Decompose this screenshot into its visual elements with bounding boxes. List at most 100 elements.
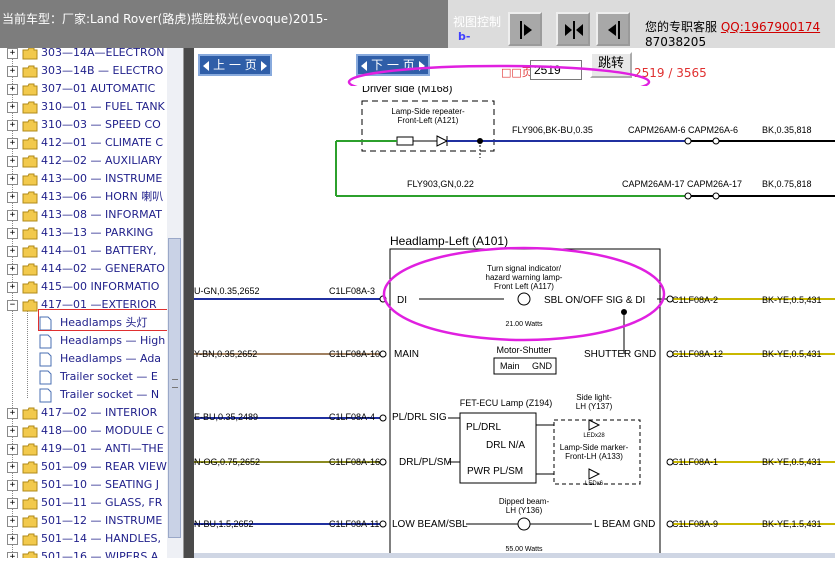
tree-item-label: 303—14A—ELECTRON	[41, 48, 165, 59]
collapse-icon[interactable]: −	[7, 300, 18, 311]
document-icon	[39, 388, 52, 403]
row2-left-wire: Y-BN,0.35,2652	[194, 349, 257, 359]
document-icon	[39, 334, 52, 349]
tree-leaf-item[interactable]: Headlamps — Ada	[0, 350, 175, 368]
connector-pin	[379, 458, 387, 466]
tree-folder-item[interactable]: +501—10 — SEATING J	[0, 476, 175, 494]
expand-icon[interactable]: +	[7, 408, 18, 419]
junction-dot	[621, 309, 627, 315]
row4-rwire: BK-YE,0.5,431	[762, 457, 822, 467]
tree-folder-item[interactable]: +501—11 — GLASS, FR	[0, 494, 175, 512]
expand-icon[interactable]: +	[7, 516, 18, 527]
split-arrows-icon	[565, 21, 583, 39]
expand-icon[interactable]: +	[7, 534, 18, 545]
tree-item-label: 501—14 — HANDLES,	[41, 532, 162, 545]
expand-icon[interactable]: +	[7, 426, 18, 437]
tree-leaf-item[interactable]: Headlamps — High	[0, 332, 175, 350]
tree-item-label: Headlamps — Ada	[60, 352, 162, 365]
driver-side-label: Driver side (M168)	[362, 86, 452, 95]
tree-item-label: 413—06 — HORN 喇叭	[41, 190, 164, 203]
page-nav-bar: 上 一 页 下 一 页 □□页 跳转 2519 / 3565	[194, 48, 835, 100]
expand-icon[interactable]: +	[7, 156, 18, 167]
expand-icon[interactable]: +	[7, 480, 18, 491]
tree-leaf-item[interactable]: Trailer socket — E	[0, 368, 175, 386]
tree-folder-item[interactable]: +501—14 — HANDLES,	[0, 530, 175, 548]
tree-folder-item[interactable]: +417—02 — INTERIOR	[0, 404, 175, 422]
led-x6: LEDx6	[585, 481, 604, 487]
row1-rwire: BK-YE,0.5,431	[762, 295, 822, 305]
expand-icon[interactable]: +	[7, 444, 18, 455]
view-expand-right-button[interactable]	[508, 12, 542, 46]
tree-folder-item[interactable]: +413—06 — HORN 喇叭	[0, 188, 175, 206]
service-contact: 您的专职客服 QQ:1967900174	[645, 18, 820, 35]
marker-label-2: Front-LH (A133)	[565, 452, 623, 461]
expand-icon[interactable]: +	[7, 102, 18, 113]
row5-rpin: C1LF08A-9	[672, 519, 718, 529]
tree-folder-item[interactable]: +501—16 — WIPERS A	[0, 548, 175, 558]
expand-icon[interactable]: +	[7, 498, 18, 509]
row3-pin: C1LF08A-4	[329, 412, 375, 422]
row5-rwire: BK-YE,1.5,431	[762, 519, 822, 529]
tree-folder-item[interactable]: +415—00 INFORMATIO	[0, 278, 175, 296]
tree-folder-item[interactable]: +303—14A—ELECTRON	[0, 48, 175, 62]
tree-folder-item[interactable]: +414—01 — BATTERY,	[0, 242, 175, 260]
pane-splitter[interactable]	[184, 48, 194, 558]
view-split-button[interactable]	[556, 12, 590, 46]
wire-fly903-label: FLY903,GN,0.22	[407, 179, 474, 189]
expand-icon[interactable]: +	[7, 48, 18, 59]
folder-icon	[22, 425, 38, 438]
expand-icon[interactable]: +	[7, 66, 18, 77]
tree-folder-item[interactable]: +412—01 — CLIMATE C	[0, 134, 175, 152]
scrollbar-thumb[interactable]	[168, 238, 181, 538]
expand-icon[interactable]: +	[7, 228, 18, 239]
tree-item-label: 310—03 — SPEED CO	[41, 118, 161, 131]
tree-folder-item[interactable]: +501—12 — INSTRUME	[0, 512, 175, 530]
folder-icon	[22, 515, 38, 528]
expand-icon[interactable]: +	[7, 264, 18, 275]
expand-icon[interactable]: +	[7, 120, 18, 131]
expand-icon[interactable]: +	[7, 462, 18, 473]
service-qq-link[interactable]: QQ:1967900174	[721, 20, 820, 34]
tree-folder-item[interactable]: +419—01 — ANTI—THE	[0, 440, 175, 458]
tree-item-label: 412—02 — AUXILIARY	[41, 154, 162, 167]
dipped-label-2: LH (Y136)	[506, 506, 543, 515]
row3-func: PL/DRL SIG	[392, 412, 447, 423]
tree-folder-item[interactable]: +412—02 — AUXILIARY	[0, 152, 175, 170]
tree-item-label: 413—13 — PARKING	[41, 226, 154, 239]
view-expand-left-button[interactable]	[596, 12, 630, 46]
tree-folder-item[interactable]: +307—01 AUTOMATIC	[0, 80, 175, 98]
bottom-scroll-strip[interactable]	[194, 553, 835, 558]
expand-icon[interactable]: +	[7, 174, 18, 185]
tree-leaf-item[interactable]: Trailer socket — N	[0, 386, 175, 404]
side-light-2: LH (Y137)	[576, 402, 613, 411]
view-control-label: 视图控制	[453, 15, 502, 29]
sidebar-scrollbar[interactable]	[167, 48, 183, 558]
turn-label-2: hazard warning lamp-	[486, 273, 563, 282]
tree-folder-item[interactable]: +413—00 — INSTRUME	[0, 170, 175, 188]
led-icon	[588, 468, 601, 480]
expand-icon[interactable]: +	[7, 192, 18, 203]
expand-icon[interactable]: +	[7, 138, 18, 149]
sidebar-tree: +303—14A—ELECTRON +303—14B — ELECTRO +307—…	[0, 48, 184, 558]
motor-gnd: GND	[532, 361, 553, 371]
tree-item-label: 501—10 — SEATING J	[41, 478, 160, 491]
expand-icon[interactable]: +	[7, 552, 18, 558]
tree-folder-item[interactable]: +418—00 — MODULE C	[0, 422, 175, 440]
row1-func: DI	[397, 295, 407, 306]
tree-folder-item[interactable]: +413—13 — PARKING	[0, 224, 175, 242]
tree-folder-item[interactable]: +303—14B — ELECTRO	[0, 62, 175, 80]
tree-folder-item[interactable]: +501—09 — REAR VIEW	[0, 458, 175, 476]
tree-folder-item[interactable]: +414—02 — GENERATO	[0, 260, 175, 278]
connector-pin	[684, 137, 692, 145]
expand-icon[interactable]: +	[7, 246, 18, 257]
expand-icon[interactable]: +	[7, 84, 18, 95]
watts-21: 21.00 Watts	[505, 321, 543, 328]
expand-icon[interactable]: +	[7, 282, 18, 293]
tree-folder-item[interactable]: +413—08 — INFORMAT	[0, 206, 175, 224]
folder-icon	[22, 209, 38, 222]
diode-icon	[436, 135, 449, 147]
tree-folder-item[interactable]: +310—01 — FUEL TANK	[0, 98, 175, 116]
expand-icon[interactable]: +	[7, 210, 18, 221]
folder-icon	[22, 461, 38, 474]
tree-folder-item[interactable]: +310—03 — SPEED CO	[0, 116, 175, 134]
